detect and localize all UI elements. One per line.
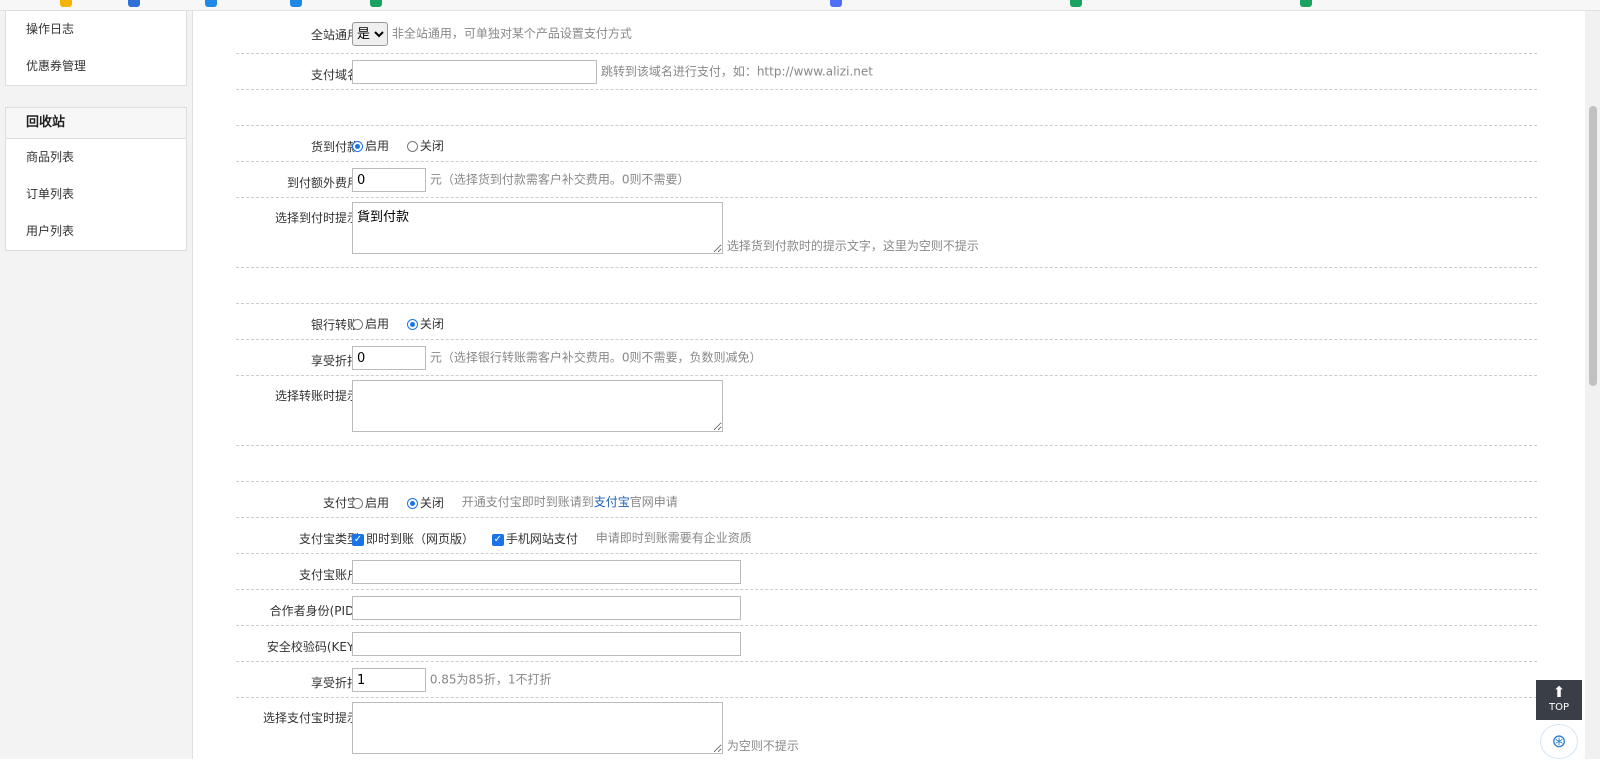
checkbox-checked-icon[interactable]: ✓	[352, 533, 364, 546]
alipay-account-input[interactable]	[352, 560, 741, 584]
sidebar-item-product-list[interactable]: 商品列表	[6, 139, 186, 176]
row-cod-tip: 选择到付时提示 貨到付款 选择货到付款时的提示文字，这里为空则不提示	[236, 198, 1537, 268]
alipay-type-label: 支付宝类型	[298, 532, 359, 546]
arrow-up-icon: ⬆	[1552, 683, 1566, 701]
bank-enable-option[interactable]: 启用	[352, 315, 389, 332]
payment-settings-form: 全站通用 是 非全站通用，可单独对某个产品设置支付方式 支付域名 跳转到该域名进…	[236, 11, 1537, 768]
pay-domain-hint: 跳转到该域名进行支付，如：http://www.alizi.net	[600, 64, 873, 79]
alipay-type-hint: 申请即时到账需要有企业资质	[595, 531, 752, 545]
sidebar-item-operation-log[interactable]: 操作日志	[6, 11, 186, 48]
alipay-type-mobile-option[interactable]: ✓ 手机网站支付	[491, 530, 578, 547]
radio-icon[interactable]	[406, 141, 418, 152]
bank-discount-input[interactable]	[352, 346, 426, 370]
bookmark-icon[interactable]	[205, 0, 217, 7]
spacer-row	[236, 90, 1537, 126]
back-to-top-button[interactable]: ⬆ TOP	[1536, 680, 1582, 720]
row-alipay-discount: 享受折扣 0.85为85折，1不打折	[236, 662, 1537, 698]
alipay-hint: 开通支付宝即时到账请到支付宝官网申请	[461, 495, 678, 509]
alipay-enable-option[interactable]: 启用	[352, 494, 389, 511]
sidebar-group-recycle-bin: 回收站 商品列表 订单列表 用户列表	[5, 107, 187, 251]
radio-icon[interactable]	[352, 319, 363, 330]
row-alipay-account: 支付宝账户	[236, 554, 1537, 590]
row-bank-discount: 享受折扣 元（选择银行转账需客户补交费用。0则不需要，负数则减免）	[236, 340, 1537, 376]
back-to-top-label: TOP	[1548, 702, 1569, 713]
page-scrollbar[interactable]	[1585, 11, 1600, 759]
cod-tip-textarea[interactable]: 貨到付款	[352, 202, 723, 254]
alipay-tip-label: 选择支付宝时提示	[262, 711, 359, 725]
checkbox-checked-icon[interactable]: ✓	[491, 533, 504, 546]
pay-domain-input[interactable]	[352, 60, 597, 84]
alipay-disable-option[interactable]: 关闭	[406, 494, 444, 511]
row-alipay-tip: 选择支付宝时提示 为空则不提示	[236, 698, 1537, 768]
bookmarks-bar	[0, 0, 1600, 11]
cod-tip-label: 选择到付时提示	[274, 211, 359, 225]
row-bank-transfer: 银行转账 启用 关闭	[236, 304, 1537, 340]
alipay-official-link[interactable]: 支付宝	[594, 495, 630, 509]
row-alipay-type: 支付宝类型 ✓ 即时到账（网页版） ✓ 手机网站支付 申请即时到账需要有企业资质	[236, 518, 1537, 554]
bank-tip-label: 选择转账时提示	[274, 389, 359, 403]
alipay-type-instant-option[interactable]: ✓ 即时到账（网页版）	[352, 530, 474, 547]
cod-tip-hint: 选择货到付款时的提示文字，这里为空则不提示	[726, 239, 979, 253]
partner-pid-label: 合作者身份(PID)	[269, 604, 359, 618]
support-chat-icon: ⊛	[1551, 731, 1567, 752]
bank-disable-option[interactable]: 关闭	[406, 315, 444, 332]
alipay-account-label: 支付宝账户	[298, 568, 359, 582]
row-alipay: 支付宝 启用 关闭 开通支付宝即时到账请到支付宝官网申请	[236, 482, 1537, 518]
bank-tip-textarea[interactable]	[352, 380, 723, 432]
bookmark-icon[interactable]	[290, 0, 302, 7]
row-partner-pid: 合作者身份(PID)	[236, 590, 1537, 626]
row-cod: 货到付款 启用 关闭	[236, 126, 1537, 162]
bookmark-icon[interactable]	[370, 0, 382, 7]
spacer-row	[236, 446, 1537, 482]
spacer-row	[236, 268, 1537, 304]
row-bank-tip: 选择转账时提示	[236, 376, 1537, 446]
row-security-key: 安全校验码(KEY)	[236, 626, 1537, 662]
radio-selected-icon[interactable]	[406, 498, 418, 509]
cod-fee-hint: 元（选择货到付款需客户补交费用。0则不需要）	[429, 172, 690, 187]
radio-selected-icon[interactable]	[352, 141, 363, 152]
bookmark-icon[interactable]	[1300, 0, 1312, 7]
radio-selected-icon[interactable]	[406, 319, 418, 330]
bank-discount-hint: 元（选择银行转账需客户补交费用。0则不需要，负数则减免）	[429, 350, 762, 365]
site-wide-hint: 非全站通用，可单独对某个产品设置支付方式	[391, 26, 632, 41]
cod-fee-label: 到付额外费用	[286, 176, 359, 190]
cod-disable-option[interactable]: 关闭	[406, 137, 444, 154]
security-key-input[interactable]	[352, 632, 741, 656]
sidebar-item-coupon-management[interactable]: 优惠券管理	[6, 48, 186, 85]
alipay-discount-hint: 0.85为85折，1不打折	[429, 672, 552, 687]
bookmark-icon[interactable]	[1070, 0, 1082, 7]
scrollbar-thumb[interactable]	[1589, 106, 1597, 386]
security-key-label: 安全校验码(KEY)	[266, 640, 359, 654]
row-site-wide: 全站通用 是 非全站通用，可单独对某个产品设置支付方式	[236, 11, 1537, 54]
customer-service-button[interactable]: ⊛	[1540, 724, 1578, 759]
sidebar-item-order-list[interactable]: 订单列表	[6, 176, 186, 213]
alipay-discount-input[interactable]	[352, 668, 426, 692]
bookmark-icon[interactable]	[830, 0, 842, 7]
sidebar: 操作日志 优惠券管理 回收站 商品列表 订单列表 用户列表	[0, 10, 193, 759]
site-wide-select[interactable]: 是	[352, 22, 388, 46]
star-icon[interactable]	[60, 0, 72, 7]
row-cod-fee: 到付额外费用 元（选择货到付款需客户补交费用。0则不需要）	[236, 162, 1537, 198]
row-pay-domain: 支付域名 跳转到该域名进行支付，如：http://www.alizi.net	[236, 54, 1537, 90]
partner-pid-input[interactable]	[352, 596, 741, 620]
cod-fee-input[interactable]	[352, 168, 426, 192]
bookmark-icon[interactable]	[128, 0, 140, 7]
sidebar-item-user-list[interactable]: 用户列表	[6, 213, 186, 250]
cod-enable-option[interactable]: 启用	[352, 137, 389, 154]
sidebar-section-title[interactable]: 回收站	[6, 108, 186, 139]
alipay-tip-textarea[interactable]	[352, 702, 723, 754]
radio-icon[interactable]	[352, 498, 363, 509]
alipay-tip-hint: 为空则不提示	[726, 739, 799, 753]
sidebar-group-admin: 操作日志 优惠券管理	[5, 10, 187, 86]
